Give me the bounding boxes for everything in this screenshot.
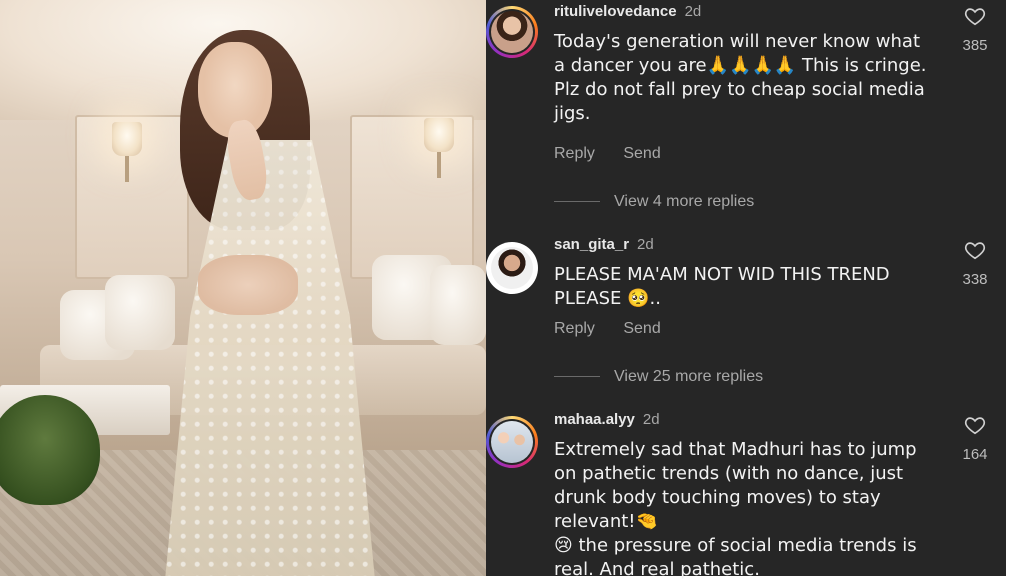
comment-username[interactable]: ritulivelovedance 2d (554, 3, 701, 20)
right-margin (1006, 0, 1024, 576)
comment-time: 2d (684, 3, 702, 20)
pillow (430, 265, 486, 345)
avatar[interactable] (486, 6, 538, 58)
like-count: 338 (962, 271, 988, 288)
post-photo (0, 0, 486, 576)
send-button[interactable]: Send (623, 320, 660, 337)
comment-username[interactable]: mahaa.alyy 2d (554, 411, 660, 428)
like-button[interactable]: 385 (960, 5, 990, 54)
comment-time: 2d (642, 411, 660, 428)
reply-button[interactable]: Reply (554, 320, 595, 337)
avatar[interactable] (486, 416, 538, 468)
like-count: 164 (962, 446, 988, 463)
wall-lamp (424, 118, 454, 152)
pillow (105, 275, 175, 350)
reply-divider (554, 201, 600, 203)
profile-picture (491, 421, 533, 463)
comment-text: Today's generation will never know what … (554, 31, 927, 124)
comment-time: 2d (637, 236, 654, 253)
like-count: 385 (962, 37, 988, 54)
comment-actions: Reply Send (554, 320, 685, 338)
avatar[interactable] (486, 242, 538, 294)
comment-text: Extremely sad that Madhuri has to jump o… (554, 439, 917, 580)
comment-actions: Reply Send (554, 145, 685, 163)
profile-picture (491, 247, 533, 289)
send-button[interactable]: Send (623, 145, 660, 162)
like-button[interactable]: 164 (960, 414, 990, 463)
heart-outline-icon (964, 417, 986, 435)
lamp-stem (125, 156, 129, 182)
reply-button[interactable]: Reply (554, 145, 595, 162)
like-button[interactable]: 338 (960, 239, 990, 288)
profile-picture (491, 11, 533, 53)
view-replies-button[interactable]: View 4 more replies (554, 193, 754, 211)
comments-panel: ritulivelovedance 2d Today's generation w… (486, 0, 1006, 580)
plant (0, 395, 100, 505)
comment-text: PLEASE MA'AM NOT WID THIS TREND PLEASE 🥺… (554, 264, 890, 309)
heart-outline-icon (964, 8, 986, 26)
lamp-stem (437, 152, 441, 178)
reply-divider (554, 376, 600, 378)
wall-lamp (112, 122, 142, 156)
view-replies-button[interactable]: View 25 more replies (554, 368, 763, 386)
heart-outline-icon (964, 242, 986, 260)
figure-waist (198, 255, 298, 315)
comment-username[interactable]: san_gita_r 2d (554, 236, 654, 253)
